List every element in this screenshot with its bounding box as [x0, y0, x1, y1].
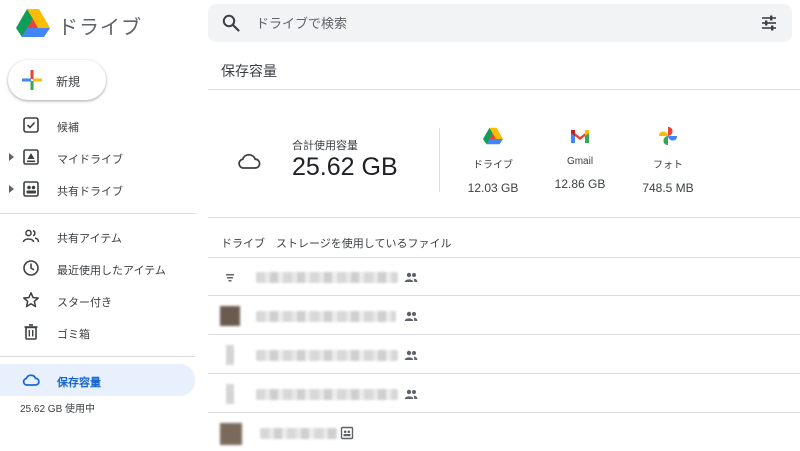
files-section-header: ドライブ ストレージを使用しているファイル [221, 238, 452, 250]
row-divider [208, 412, 800, 413]
service-usage: 12.03 GB [467, 181, 519, 195]
search-bar[interactable] [208, 4, 792, 42]
row-divider [208, 295, 800, 296]
sidebar-item-label: 共有アイテム [57, 233, 122, 245]
expand-arrow-icon[interactable] [9, 153, 14, 161]
file-row[interactable] [208, 414, 800, 451]
photos-icon [659, 127, 677, 145]
people-icon [22, 229, 40, 243]
storage-usage-text: 25.62 GB 使用中 [20, 404, 96, 415]
expand-arrow-icon[interactable] [9, 185, 14, 193]
sidebar-item-suggested[interactable]: 候補 [0, 110, 195, 140]
top-bar: ドライブ [0, 0, 800, 48]
sidebar-item-label: スター付き [57, 297, 112, 309]
storage-divider [439, 128, 440, 192]
sidebar-item-my-drive[interactable]: マイドライブ [0, 142, 195, 172]
sidebar-item-label: 共有ドライブ [57, 186, 123, 198]
check-box-icon [23, 117, 39, 133]
shared-drive-badge-icon [340, 426, 354, 440]
cloud-icon [238, 153, 261, 169]
plus-icon [22, 70, 42, 90]
file-row[interactable] [208, 375, 800, 413]
sidebar-divider [0, 356, 195, 357]
drive-logo-icon[interactable] [16, 8, 50, 38]
sidebar-item-label: 候補 [57, 122, 79, 134]
file-name-redacted [256, 272, 398, 283]
file-type-icon [226, 274, 234, 282]
sidebar-item-recent[interactable]: 最近使用したアイテム [0, 253, 195, 283]
file-thumbnail [220, 306, 240, 326]
row-divider [208, 373, 800, 374]
tune-icon[interactable] [760, 14, 778, 32]
star-icon [23, 292, 39, 308]
sidebar-item-label: 保存容量 [57, 377, 101, 389]
trash-icon [24, 324, 38, 340]
service-name: Gmail [566, 156, 594, 167]
service-gmail: Gmail 12.86 GB [540, 126, 620, 191]
service-drive: ドライブ 12.03 GB [453, 126, 533, 195]
clock-icon [23, 260, 39, 276]
new-button[interactable]: 新規 [8, 60, 106, 100]
sidebar-item-shared-drives[interactable]: 共有ドライブ [0, 174, 195, 204]
sidebar-item-storage[interactable]: 保存容量 [0, 364, 195, 396]
shared-people-icon [404, 311, 418, 321]
service-usage: 748.5 MB [642, 181, 694, 195]
sidebar-item-label: ゴミ箱 [57, 329, 90, 341]
total-usage-label: 合計使用容量 [292, 140, 358, 152]
service-photos: フォト 748.5 MB [628, 126, 708, 195]
page-title: 保存容量 [221, 63, 277, 79]
shared-people-icon [404, 389, 418, 399]
my-drive-icon [23, 149, 39, 165]
file-name-redacted [256, 350, 398, 361]
sidebar-item-starred[interactable]: スター付き [0, 285, 195, 315]
shared-drives-icon [23, 181, 39, 197]
file-name-redacted [260, 428, 338, 439]
gmail-icon [571, 130, 589, 143]
storage-summary-divider [208, 217, 800, 218]
file-thumbnail [220, 423, 242, 445]
file-row[interactable] [208, 258, 800, 296]
search-input[interactable] [256, 4, 736, 42]
drive-icon [483, 127, 503, 145]
file-row[interactable] [208, 297, 800, 335]
sidebar-item-label: マイドライブ [57, 154, 123, 166]
cloud-icon [22, 374, 40, 386]
title-divider [208, 89, 800, 90]
total-usage-value: 25.62 GB [292, 153, 398, 181]
file-name-redacted [256, 389, 398, 400]
sidebar-item-label: 最近使用したアイテム [57, 265, 166, 277]
shared-people-icon [404, 350, 418, 360]
file-name-redacted [256, 311, 396, 322]
service-name: フォト [653, 160, 683, 171]
service-name: ドライブ [473, 160, 513, 171]
sidebar-item-shared-with-me[interactable]: 共有アイテム [0, 221, 195, 251]
sidebar-item-trash[interactable]: ゴミ箱 [0, 317, 195, 347]
sidebar-divider [0, 213, 195, 214]
file-row[interactable] [208, 336, 800, 374]
file-thumbnail [226, 345, 234, 365]
file-thumbnail [226, 384, 234, 404]
new-button-label: 新規 [56, 75, 81, 89]
search-icon[interactable] [222, 14, 240, 32]
shared-people-icon [404, 272, 418, 282]
service-usage: 12.86 GB [554, 177, 606, 191]
row-divider [208, 334, 800, 335]
app-title[interactable]: ドライブ [58, 11, 142, 40]
